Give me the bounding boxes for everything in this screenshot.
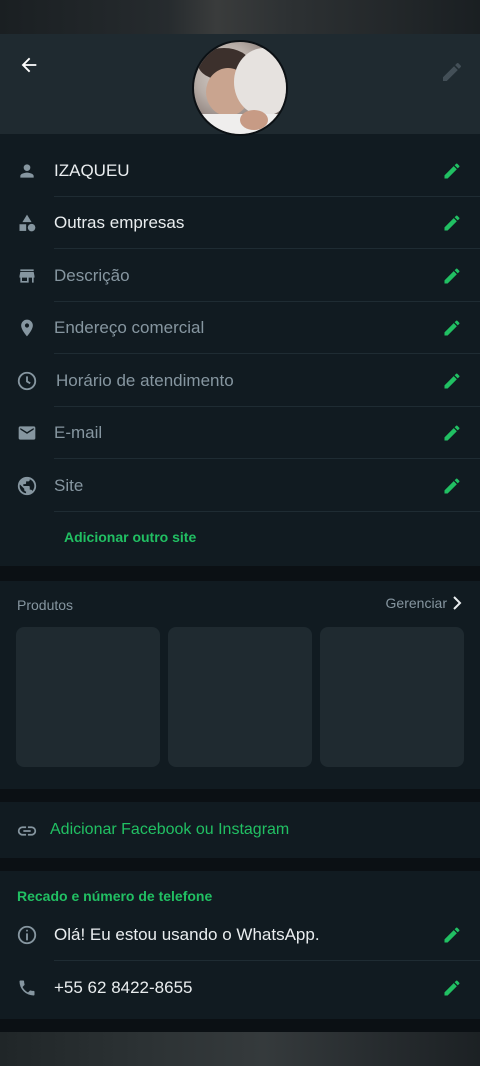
category-icon bbox=[16, 212, 38, 234]
pencil-icon[interactable] bbox=[442, 371, 462, 391]
product-tile[interactable] bbox=[168, 627, 312, 767]
info-row-site[interactable]: Site bbox=[0, 459, 480, 512]
product-tile[interactable] bbox=[16, 627, 160, 767]
info-row-label: Site bbox=[54, 475, 84, 495]
info-row-label: Horário de atendimento bbox=[56, 370, 234, 390]
add-social-row[interactable]: Adicionar Facebook ou Instagram bbox=[0, 802, 480, 858]
pencil-icon[interactable] bbox=[442, 423, 462, 443]
product-tile[interactable] bbox=[320, 627, 464, 767]
divider bbox=[54, 511, 480, 512]
link-icon bbox=[17, 826, 37, 836]
pencil-icon bbox=[443, 62, 462, 81]
clock-icon bbox=[16, 370, 38, 392]
globe-icon bbox=[16, 475, 38, 497]
pencil-icon[interactable] bbox=[442, 476, 462, 496]
arrow-left-icon bbox=[21, 57, 37, 73]
products-title: Produtos bbox=[17, 597, 74, 613]
info-row-category[interactable]: Outras empresas bbox=[0, 196, 480, 249]
add-site-link[interactable]: Adicionar outro site bbox=[64, 529, 196, 545]
header-edit-button[interactable] bbox=[440, 60, 464, 84]
info-row-address[interactable]: Endereço comercial bbox=[0, 301, 480, 354]
info-row-name[interactable]: IZAQUEU bbox=[0, 144, 480, 197]
pencil-icon[interactable] bbox=[442, 318, 462, 338]
phone-icon bbox=[16, 977, 38, 999]
pencil-icon[interactable] bbox=[442, 925, 462, 945]
info-row-email[interactable]: E-mail bbox=[0, 406, 480, 459]
avatar[interactable] bbox=[192, 40, 288, 136]
info-row-label: E-mail bbox=[54, 422, 103, 442]
back-button[interactable] bbox=[14, 50, 44, 80]
profile-photo bbox=[198, 48, 286, 134]
pencil-icon[interactable] bbox=[442, 213, 462, 233]
pencil-icon[interactable] bbox=[442, 266, 462, 286]
products-card: Produtos Gerenciar bbox=[0, 581, 480, 789]
manage-label: Gerenciar bbox=[385, 595, 447, 611]
info-row-hours[interactable]: Horário de atendimento bbox=[0, 354, 480, 407]
status-row[interactable]: Olá! Eu estou usando o WhatsApp. bbox=[0, 908, 480, 961]
chevron-right-icon bbox=[453, 596, 462, 610]
status-text: Olá! Eu estou usando o WhatsApp. bbox=[54, 924, 320, 944]
mail-icon bbox=[16, 422, 38, 444]
business-info-card: IZAQUEU Outras empresas Descrição Endere… bbox=[0, 134, 480, 566]
info-row-description[interactable]: Descrição bbox=[0, 249, 480, 302]
status-bar bbox=[0, 0, 480, 34]
phone-number: +55 62 8422-8655 bbox=[54, 977, 193, 997]
pencil-icon[interactable] bbox=[442, 161, 462, 181]
bottom-bar bbox=[0, 1032, 480, 1066]
info-row-label: Descrição bbox=[54, 265, 130, 285]
about-section-title: Recado e número de telefone bbox=[17, 888, 213, 904]
info-icon bbox=[16, 924, 38, 946]
phone-row[interactable]: +55 62 8422-8655 bbox=[0, 961, 480, 1014]
info-row-label: IZAQUEU bbox=[54, 160, 130, 180]
add-social-label: Adicionar Facebook ou Instagram bbox=[50, 821, 290, 838]
location-pin-icon bbox=[16, 317, 38, 339]
info-row-label: Outras empresas bbox=[54, 212, 185, 232]
pencil-icon[interactable] bbox=[442, 978, 462, 998]
about-phone-card: Recado e número de telefone Olá! Eu esto… bbox=[0, 871, 480, 1019]
info-row-label: Endereço comercial bbox=[54, 317, 205, 337]
store-icon bbox=[16, 265, 38, 287]
manage-products-link[interactable]: Gerenciar bbox=[386, 595, 463, 611]
person-icon bbox=[16, 160, 38, 182]
